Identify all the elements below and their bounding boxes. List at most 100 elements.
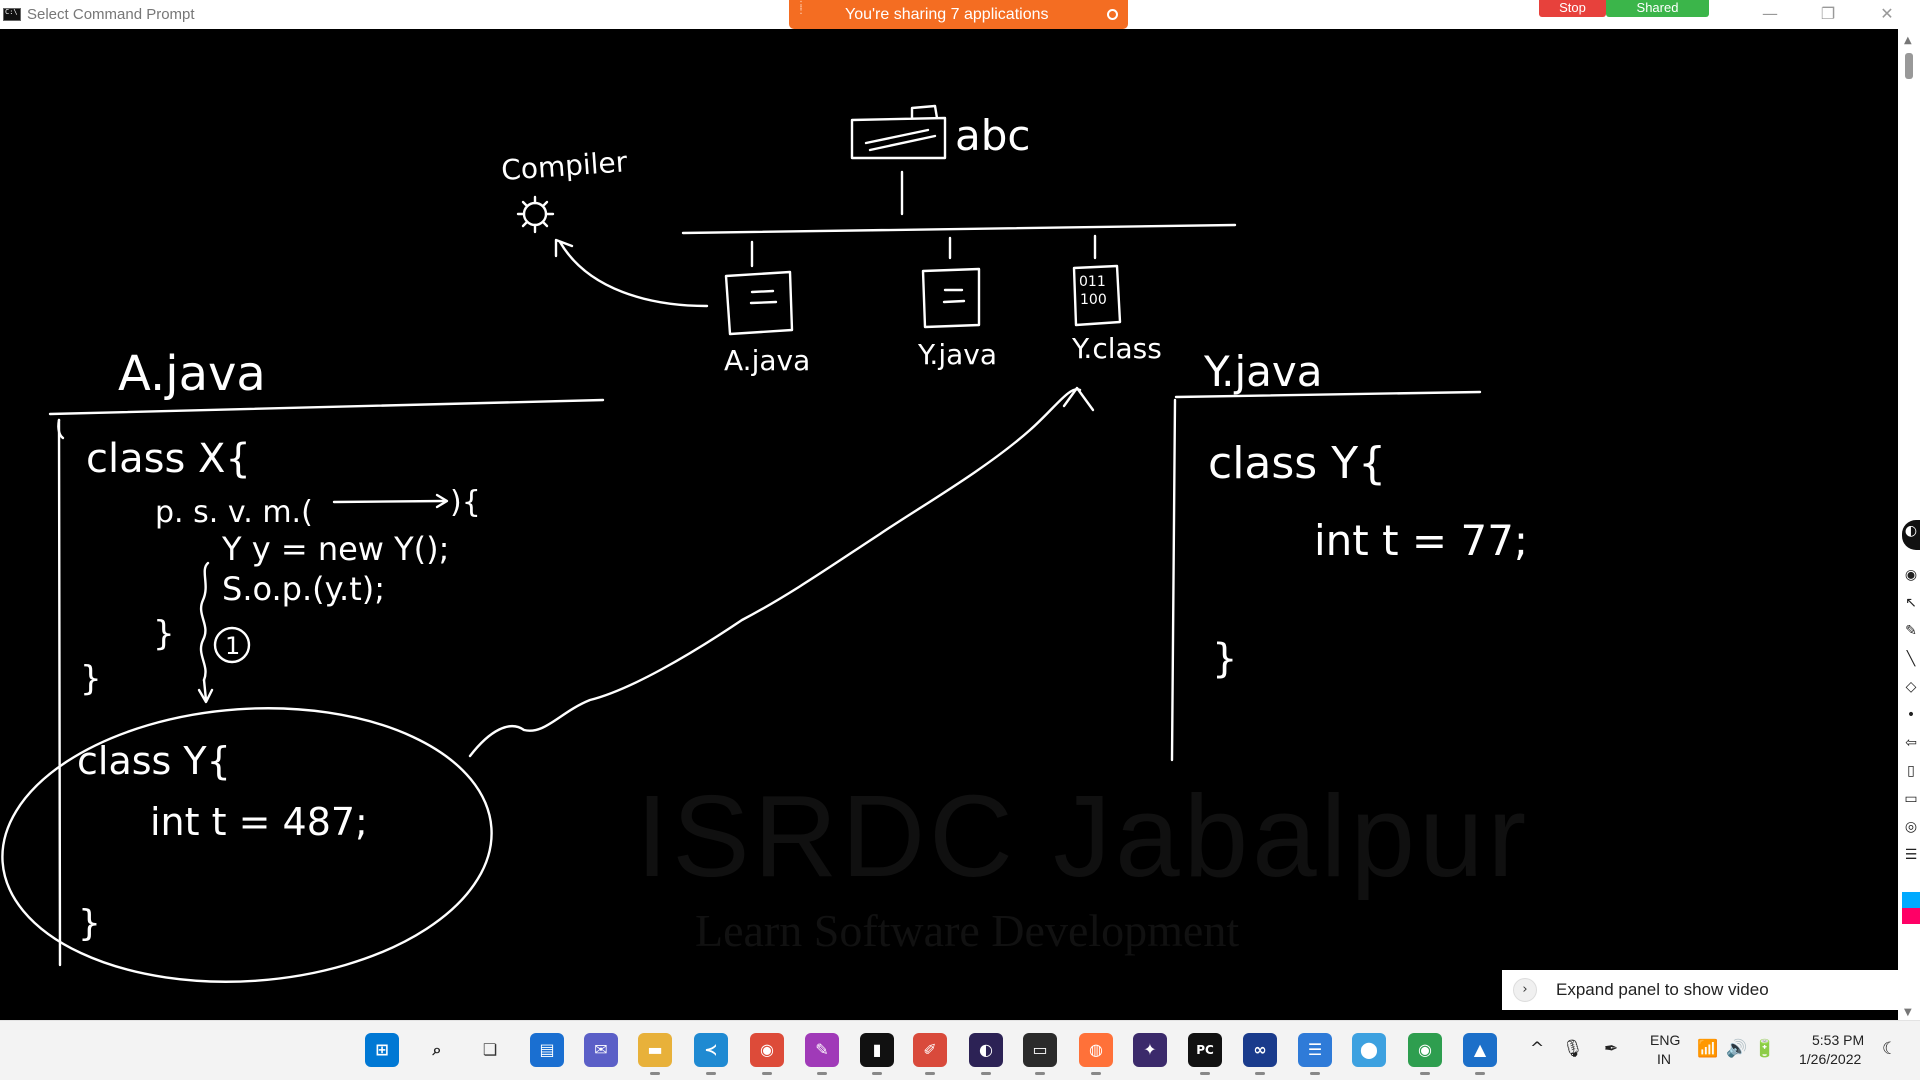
undo-icon[interactable]: ⇦ [1902, 732, 1920, 754]
right-panel-heading: Y.java [1203, 347, 1323, 396]
command-prompt-icon [3, 8, 21, 21]
volume-icon[interactable]: 🔊 [1726, 1039, 1747, 1059]
taskbar-file-explorer-icon[interactable]: ▬ [638, 1033, 672, 1075]
code-line: } [78, 903, 101, 944]
taskbar-paint-brush-icon[interactable]: ✎ [805, 1033, 839, 1075]
tree-y-java-label: Y.java [917, 338, 997, 371]
code-line: int t = 487; [150, 800, 368, 844]
highlight-ellipse [1, 707, 493, 983]
taskbar-notepad-icon[interactable]: ☰ [1298, 1033, 1332, 1075]
code-line: } [1212, 636, 1237, 682]
annotation-app-logo-icon[interactable]: ◐ [1902, 520, 1920, 550]
record-indicator-icon [1107, 9, 1118, 20]
taskbar-windows-start-icon[interactable]: ⊞ [365, 1033, 399, 1067]
scroll-thumb[interactable] [1905, 53, 1913, 79]
line-icon[interactable]: ╲ [1902, 648, 1920, 670]
taskbar: ⊞ ⌕ ❏ ▤ ✉ ▬ ≺ ◉ ✎ ▮ ✐ ◐ ▭ ◍ ✦ PC ∞ ☰ ⬤ ◉ ▲ ^ 🎙 ✒ ENG IN 📶 🔊 … [0, 1020, 1920, 1080]
screen-share-banner[interactable]: ⋮ ⋮ You're sharing 7 applications [789, 0, 1128, 29]
clock-time[interactable]: 5:53 PM [1812, 1032, 1864, 1048]
annotation-tool-rail: ◐ ◉ ↖ ✎ ╲ ◇ • ⇦ ▯ ▭ ◎ ☰ [1902, 520, 1920, 930]
screen-icon[interactable]: ▭ [1902, 788, 1920, 810]
ink-layer: abc Compiler A.java Y.java Y.class 011 1… [1, 104, 1528, 983]
taskbar-eclipse-icon[interactable]: ◐ [969, 1033, 1003, 1075]
code-line: p. s. v. m.( [155, 495, 313, 530]
cursor-icon[interactable]: ↖ [1902, 592, 1920, 614]
taskbar-mysql-console-icon[interactable]: ▭ [1023, 1033, 1057, 1075]
eraser-icon[interactable]: ◇ [1902, 676, 1920, 698]
taskbar-pen-app-icon[interactable]: ✐ [913, 1033, 947, 1075]
taskbar-terminal-icon[interactable]: ▮ [860, 1033, 894, 1075]
y-java-file-icon [921, 267, 981, 329]
code-line: class Y{ [77, 739, 231, 783]
abc-folder-icon [850, 104, 947, 160]
microphone-icon[interactable]: 🎙 [1562, 1039, 1584, 1059]
tree-a-java-label: A.java [724, 344, 810, 377]
pink-color-swatch[interactable] [1902, 908, 1920, 924]
battery-icon[interactable]: 🔋 [1754, 1039, 1775, 1059]
maximize-button[interactable]: ❐ [1805, 0, 1851, 29]
code-line: S.o.p.(y.t); [222, 570, 385, 608]
taskbar-firefox-icon[interactable]: ◍ [1079, 1033, 1113, 1075]
class-bits-line-1: 011 [1079, 274, 1106, 290]
replace-arrow [468, 388, 1082, 758]
scroll-up-icon[interactable]: ▲ [1904, 35, 1912, 46]
close-button[interactable]: ✕ [1864, 0, 1910, 29]
clock-date[interactable]: 1/26/2022 [1799, 1051, 1861, 1067]
expand-video-panel[interactable]: › Expand panel to show video [1502, 970, 1898, 1010]
pen-icon[interactable]: ✎ [1902, 620, 1920, 642]
blue-color-swatch[interactable] [1902, 892, 1920, 908]
system-tray: ^ 🎙 ✒ ENG IN 📶 🔊 🔋 5:53 PM 1/26/2022 ☾ [1530, 1021, 1920, 1080]
circled-step-number: 1 [225, 632, 240, 660]
input-language[interactable]: ENG [1650, 1032, 1680, 1048]
focus-assist-moon-icon[interactable]: ☾ [1882, 1039, 1897, 1059]
code-line: ){ [450, 485, 481, 520]
taskbar-feather-app-icon[interactable]: ✦ [1133, 1033, 1167, 1067]
code-line: class Y{ [1208, 438, 1386, 489]
code-line: } [80, 659, 102, 699]
shared-status-button[interactable]: Shared [1606, 0, 1709, 17]
page-icon[interactable]: ▯ [1902, 760, 1920, 782]
wifi-icon[interactable]: 📶 [1697, 1039, 1718, 1059]
scroll-down-icon[interactable]: ▼ [1904, 1007, 1912, 1018]
share-banner-text: You're sharing 7 applications [845, 6, 1049, 23]
window-title: Select Command Prompt [27, 6, 195, 23]
taskbar-pycharm-icon[interactable]: PC [1188, 1033, 1222, 1075]
taskbar-photos-icon[interactable]: ▲ [1463, 1033, 1497, 1075]
taskbar-search-icon[interactable]: ⌕ [420, 1033, 454, 1067]
tree-branch [681, 223, 1237, 235]
taskbar-loop-app-icon[interactable]: ∞ [1243, 1033, 1277, 1075]
dot-icon[interactable]: • [1902, 704, 1920, 726]
class-bits-line-2: 100 [1080, 292, 1107, 308]
taskbar-maps-icon[interactable]: ⬤ [1352, 1033, 1386, 1067]
tree-y-class-label: Y.class [1071, 332, 1162, 365]
taskbar-chrome-ai-icon[interactable]: ◉ [750, 1033, 784, 1075]
drag-grip-icon[interactable]: ⋮ ⋮ [796, 1, 806, 25]
minimize-button[interactable]: — [1747, 0, 1793, 29]
notes-icon[interactable]: ☰ [1902, 844, 1920, 866]
show-hidden-icons-icon[interactable]: ^ [1530, 1039, 1544, 1059]
title-bar: Select Command Prompt ⋮⋮ You're sharing … [0, 0, 1920, 29]
camera-icon[interactable]: ◎ [1902, 816, 1920, 838]
taskbar-teams-chat-icon[interactable]: ✉ [584, 1033, 618, 1067]
taskbar-vs-code-icon[interactable]: ≺ [694, 1033, 728, 1075]
taskbar-widgets-icon[interactable]: ▤ [530, 1033, 564, 1067]
expand-panel-label: Expand panel to show video [1556, 980, 1769, 999]
eye-icon[interactable]: ◉ [1902, 564, 1920, 586]
input-region[interactable]: IN [1657, 1051, 1671, 1067]
left-panel-top-rule [48, 398, 605, 416]
code-line: class X{ [86, 436, 251, 482]
compiler-label: Compiler [500, 145, 629, 187]
compile-arrow [558, 240, 709, 308]
whiteboard-canvas[interactable]: ISRDC Jabalpur Learn Software Developmen… [0, 29, 1898, 1020]
pen-menu-icon[interactable]: ✒ [1604, 1039, 1618, 1059]
chevron-right-icon[interactable]: › [1513, 978, 1537, 1002]
right-panel-left-rule [1170, 398, 1177, 762]
left-panel-heading: A.java [118, 346, 266, 402]
left-panel-left-rule [57, 418, 62, 967]
code-line: int t = 77; [1314, 516, 1528, 565]
taskbar-chrome-profile-icon[interactable]: ◉ [1408, 1033, 1442, 1075]
code-line: } [153, 614, 175, 654]
a-java-file-icon [724, 270, 794, 336]
stop-sharing-button[interactable]: Stop [1539, 0, 1606, 17]
taskbar-task-view-icon[interactable]: ❏ [473, 1033, 507, 1067]
